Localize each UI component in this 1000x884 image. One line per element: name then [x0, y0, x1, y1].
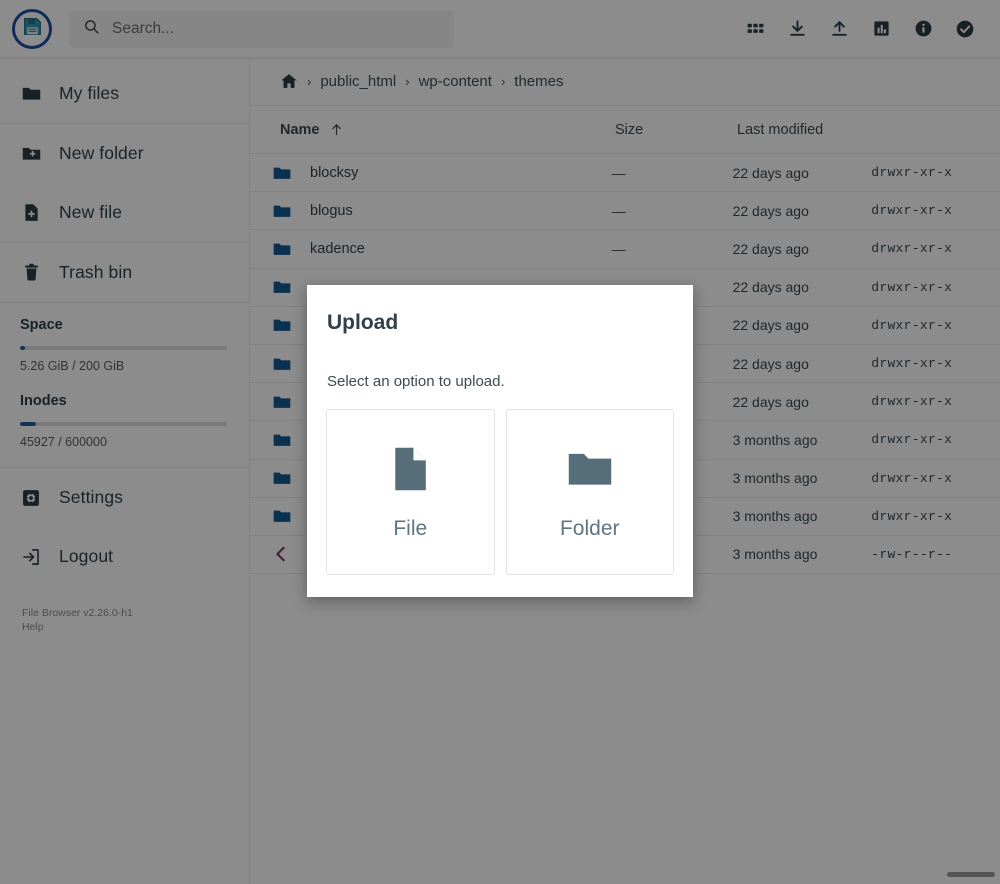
folder-icon — [564, 443, 616, 495]
upload-file-label: File — [393, 517, 428, 540]
file-icon — [384, 443, 436, 495]
upload-dialog: Upload Select an option to upload. File — [307, 285, 693, 597]
upload-options: File Folder — [326, 409, 674, 575]
dialog-description: Select an option to upload. — [327, 373, 505, 390]
upload-folder-option[interactable]: Folder — [505, 409, 674, 575]
app-root: My files New folder — [0, 0, 1000, 884]
horizontal-scrollbar[interactable] — [947, 872, 995, 877]
upload-folder-label: Folder — [559, 517, 620, 540]
dialog-title: Upload — [327, 311, 399, 334]
upload-file-option[interactable]: File — [326, 409, 495, 575]
